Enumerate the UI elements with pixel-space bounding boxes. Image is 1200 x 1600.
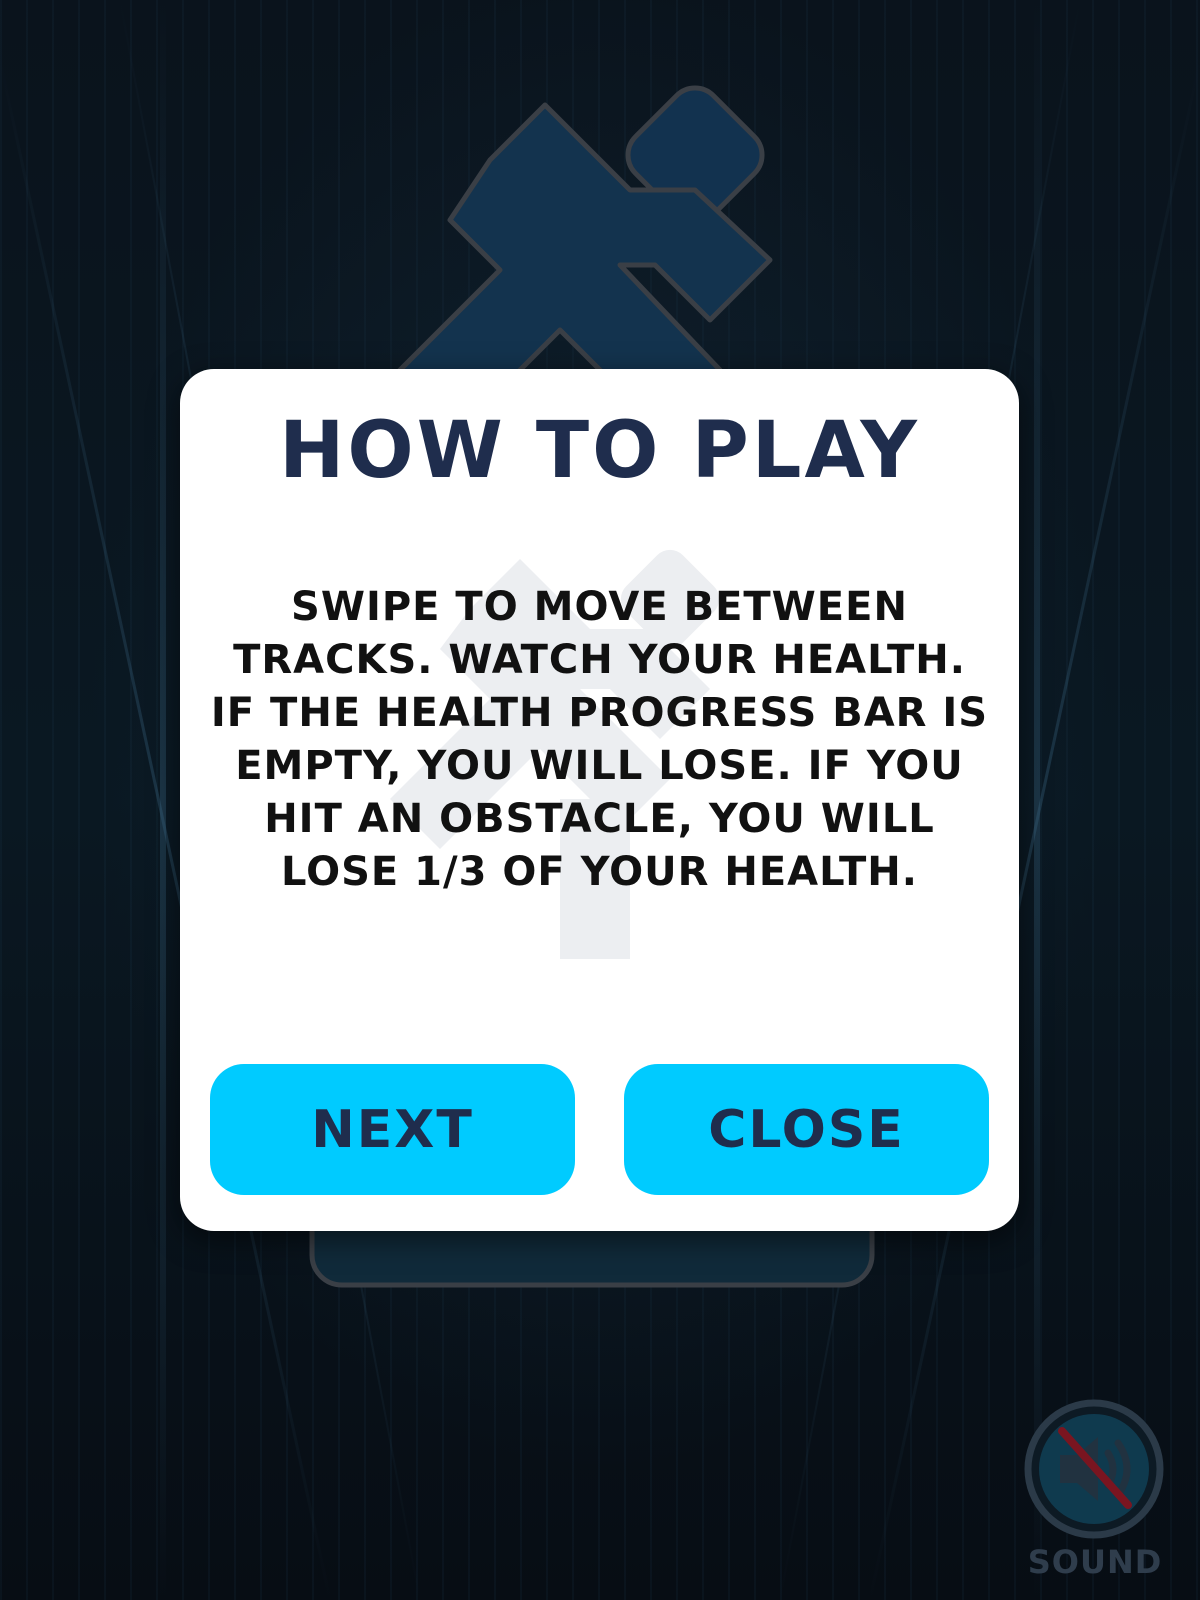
sound-label: SOUND	[1027, 1543, 1163, 1581]
game-screen: HOW TO PLAY SWIPE TO MOVE BETWEEN TRACKS…	[0, 0, 1200, 1600]
dialog-title: HOW TO PLAY	[279, 406, 920, 496]
how-to-play-dialog: HOW TO PLAY SWIPE TO MOVE BETWEEN TRACKS…	[180, 369, 1019, 1231]
next-button[interactable]: NEXT	[210, 1064, 575, 1195]
speaker-muted-icon[interactable]	[1022, 1397, 1166, 1541]
close-button[interactable]: CLOSE	[624, 1064, 989, 1195]
close-button-label: CLOSE	[708, 1099, 905, 1160]
next-button-label: NEXT	[311, 1099, 474, 1160]
instructions-text: SWIPE TO MOVE BETWEEN TRACKS. WATCH YOUR…	[210, 584, 989, 895]
